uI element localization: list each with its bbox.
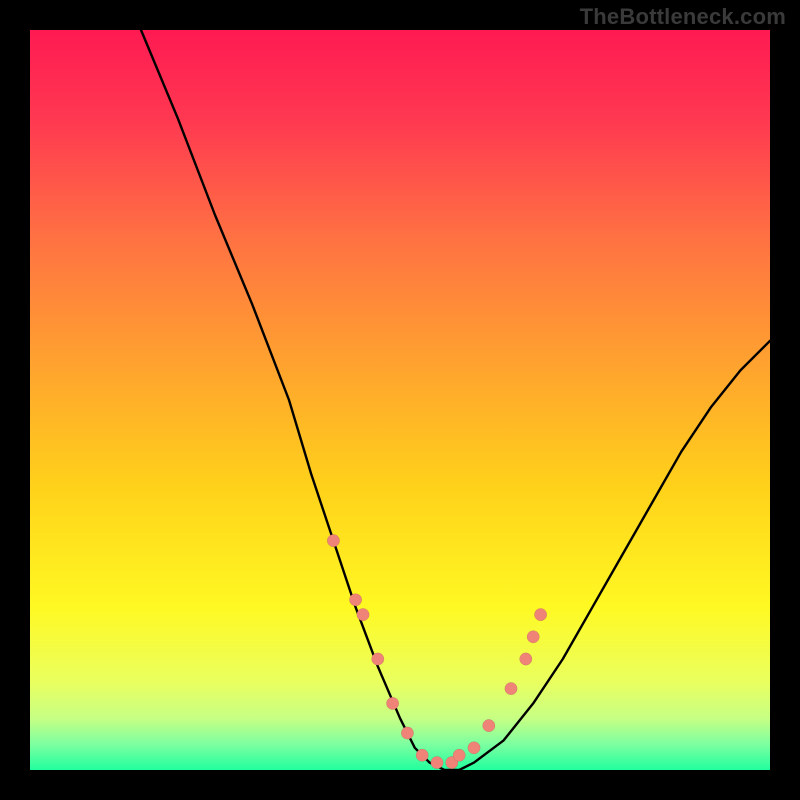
watermark-text: TheBottleneck.com xyxy=(580,4,786,30)
chart-stage: TheBottleneck.com xyxy=(0,0,800,800)
bottleneck-chart xyxy=(0,0,800,800)
